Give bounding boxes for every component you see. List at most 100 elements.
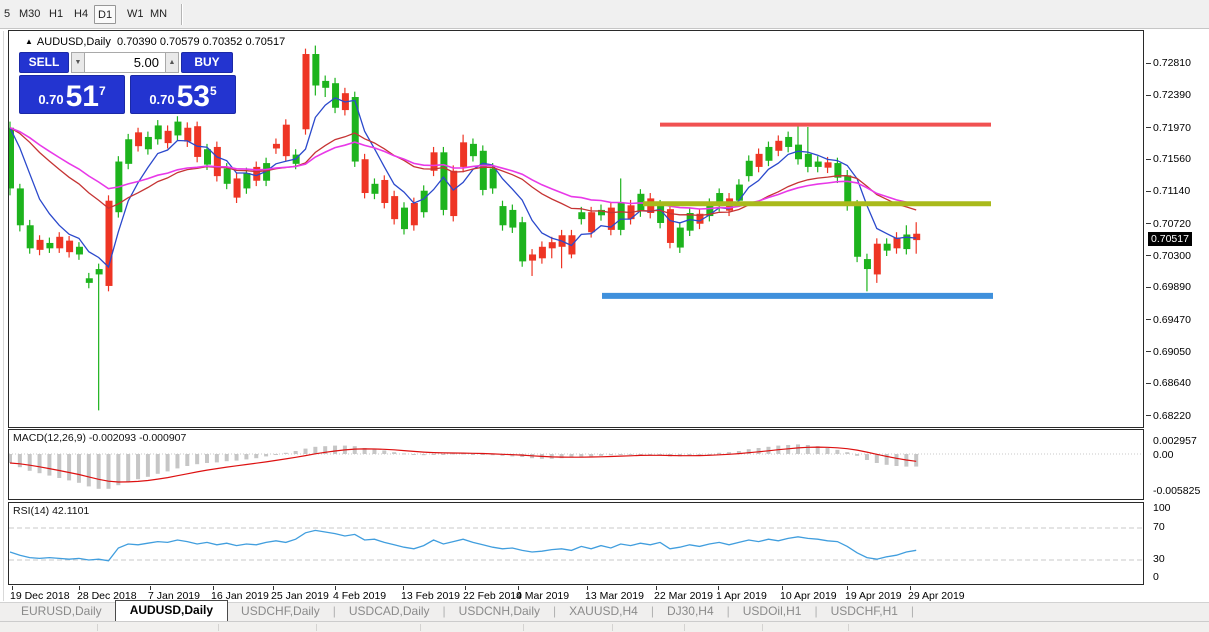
price-axis-label: 0.71970: [1153, 122, 1191, 134]
price-axis-label: 0.68220: [1153, 410, 1191, 422]
timeframe-toolbar: 5M30H1 H4D1 W1MN: [0, 0, 1209, 29]
tab-xauusd-h4[interactable]: XAUUSD,H4: [556, 602, 651, 621]
strip-mark: [218, 624, 219, 631]
date-axis-label: 1 Apr 2019: [716, 590, 767, 602]
buy-price-box[interactable]: 0.70 53 5: [130, 75, 236, 114]
price-axis-label: 0.70300: [1153, 250, 1191, 262]
price-axis-label: 0.72810: [1153, 57, 1191, 69]
timeframe-5[interactable]: 5: [1, 5, 13, 24]
price-tick: [1146, 159, 1151, 160]
chart-ohlc-values: 0.70390 0.70579 0.70352 0.70517: [117, 36, 285, 48]
tab-separator: |: [911, 604, 914, 621]
sell-price-box[interactable]: 0.70 51 7: [19, 75, 125, 114]
volume-decrease-button[interactable]: ▼: [71, 52, 85, 73]
buy-price-pip: 5: [210, 76, 217, 106]
strip-mark: [848, 624, 849, 631]
tab-audusd-daily[interactable]: AUDUSD,Daily: [115, 600, 228, 621]
date-axis-label: 4 Feb 2019: [333, 590, 386, 602]
price-tick: [1146, 95, 1151, 96]
one-click-trading-panel: SELL ▼ ▲ BUY 0.70 51 7 0.70 53 5: [19, 52, 238, 115]
timeframe-mn[interactable]: MN: [147, 5, 170, 24]
rsi-label: RSI(14) 42.1101: [13, 505, 89, 517]
macd-axis-label: -0.005825: [1153, 485, 1200, 497]
price-axis-label: 0.68640: [1153, 377, 1191, 389]
date-axis-label: 13 Mar 2019: [585, 590, 644, 602]
window-left-edge: [3, 31, 4, 601]
tab-usdchf-h1[interactable]: USDCHF,H1: [818, 602, 911, 621]
sell-price-prefix: 0.70: [38, 90, 63, 110]
rsi-axis-label: 30: [1153, 553, 1165, 565]
price-tick: [1146, 191, 1151, 192]
volume-increase-button[interactable]: ▲: [165, 52, 179, 73]
trading-terminal-window: 5M30H1H4D1W1MN ▲AUDUSD,Daily 0.70390 0.7…: [0, 0, 1209, 632]
date-axis-label: 19 Apr 2019: [845, 590, 902, 602]
date-axis-label: 25 Jan 2019: [271, 590, 329, 602]
price-chart-panel[interactable]: ▲ AUDUSD,Daily 0.70390 0.70579 0.70352 0.…: [8, 30, 1144, 428]
price-tick: [1146, 255, 1151, 256]
buy-button[interactable]: BUY: [181, 52, 233, 73]
chart-window: ▲ AUDUSD,Daily 0.70390 0.70579 0.70352 0.…: [0, 29, 1209, 602]
macd-label: MACD(12,26,9) -0.002093 -0.000907: [13, 432, 186, 444]
macd-axis-label: 0.00: [1153, 449, 1173, 461]
buy-price-prefix: 0.70: [149, 90, 174, 110]
price-tick: [1146, 319, 1151, 320]
strip-mark: [420, 624, 421, 631]
date-axis-label: 22 Mar 2019: [654, 590, 713, 602]
price-axis-label: 0.71140: [1153, 185, 1190, 197]
tab-usdoil-h1[interactable]: USDOil,H1: [730, 602, 815, 621]
timeframe-m30[interactable]: M30: [16, 5, 43, 24]
strip-mark: [316, 624, 317, 631]
macd-axis-label: 0.002957: [1153, 435, 1197, 447]
date-axis-label: 4 Mar 2019: [516, 590, 569, 602]
volume-input[interactable]: [85, 52, 165, 73]
price-axis-label: 0.70720: [1153, 218, 1191, 230]
tab-usdchf-daily[interactable]: USDCHF,Daily: [228, 602, 333, 621]
chart-symbol: AUDUSD,Daily: [37, 36, 111, 48]
date-axis-label: 10 Apr 2019: [780, 590, 837, 602]
strip-mark: [762, 624, 763, 631]
strip-mark: [612, 624, 613, 631]
tab-usdcad-daily[interactable]: USDCAD,Daily: [336, 602, 443, 621]
current-price-tag: 0.70517: [1148, 232, 1192, 246]
tab-eurusd-daily[interactable]: EURUSD,Daily: [8, 602, 115, 621]
chart-tab-bar: EURUSD,DailyAUDUSD,DailyUSDCHF,Daily|USD…: [0, 602, 1209, 621]
rsi-axis-label: 70: [1153, 521, 1165, 533]
date-axis-label: 19 Dec 2018: [10, 590, 70, 602]
price-axis-label: 0.71560: [1153, 153, 1191, 165]
price-tick: [1146, 223, 1151, 224]
rsi-axis-label: 0: [1153, 571, 1159, 583]
date-axis-label: 13 Feb 2019: [401, 590, 460, 602]
price-tick: [1146, 63, 1151, 64]
price-tick: [1146, 127, 1151, 128]
symbol-marker-icon: ▲: [25, 37, 33, 46]
date-axis-label: 29 Apr 2019: [908, 590, 965, 602]
rsi-indicator-panel[interactable]: RSI(14) 42.1101: [8, 502, 1144, 585]
timeframe-d1[interactable]: D1: [94, 5, 116, 24]
price-axis-label: 0.69050: [1153, 346, 1191, 358]
buy-price-main: 53: [177, 84, 210, 110]
price-axis-label: 0.72390: [1153, 89, 1191, 101]
rsi-chart: [9, 503, 1143, 584]
price-axis-label: 0.69890: [1153, 281, 1191, 293]
chart-title: ▲ AUDUSD,Daily 0.70390 0.70579 0.70352 0.…: [25, 36, 285, 48]
price-axis: 0.72810 0.72390 0.71970 0.71560 0.71140 0.707…: [1146, 29, 1209, 602]
tab-usdcnh-daily[interactable]: USDCNH,Daily: [446, 602, 553, 621]
bottom-status-strip: [0, 621, 1209, 632]
strip-mark: [523, 624, 524, 631]
strip-mark: [97, 624, 98, 631]
rsi-axis-label: 100: [1153, 502, 1171, 514]
timeframe-h1[interactable]: H1: [46, 5, 66, 24]
strip-mark: [684, 624, 685, 631]
timeframe-h4[interactable]: H4: [71, 5, 91, 24]
toolbar-separator: [181, 4, 182, 25]
sell-price-main: 51: [66, 84, 99, 110]
price-tick: [1146, 383, 1151, 384]
sell-button[interactable]: SELL: [19, 52, 69, 73]
date-axis-label: 22 Feb 2019: [463, 590, 522, 602]
macd-indicator-panel[interactable]: MACD(12,26,9) -0.002093 -0.000907: [8, 429, 1144, 500]
price-axis-label: 0.69470: [1153, 314, 1191, 326]
sell-price-pip: 7: [99, 76, 106, 106]
timeframe-w1[interactable]: W1: [124, 5, 147, 24]
price-tick: [1146, 351, 1151, 352]
tab-dj30-h4[interactable]: DJ30,H4: [654, 602, 727, 621]
